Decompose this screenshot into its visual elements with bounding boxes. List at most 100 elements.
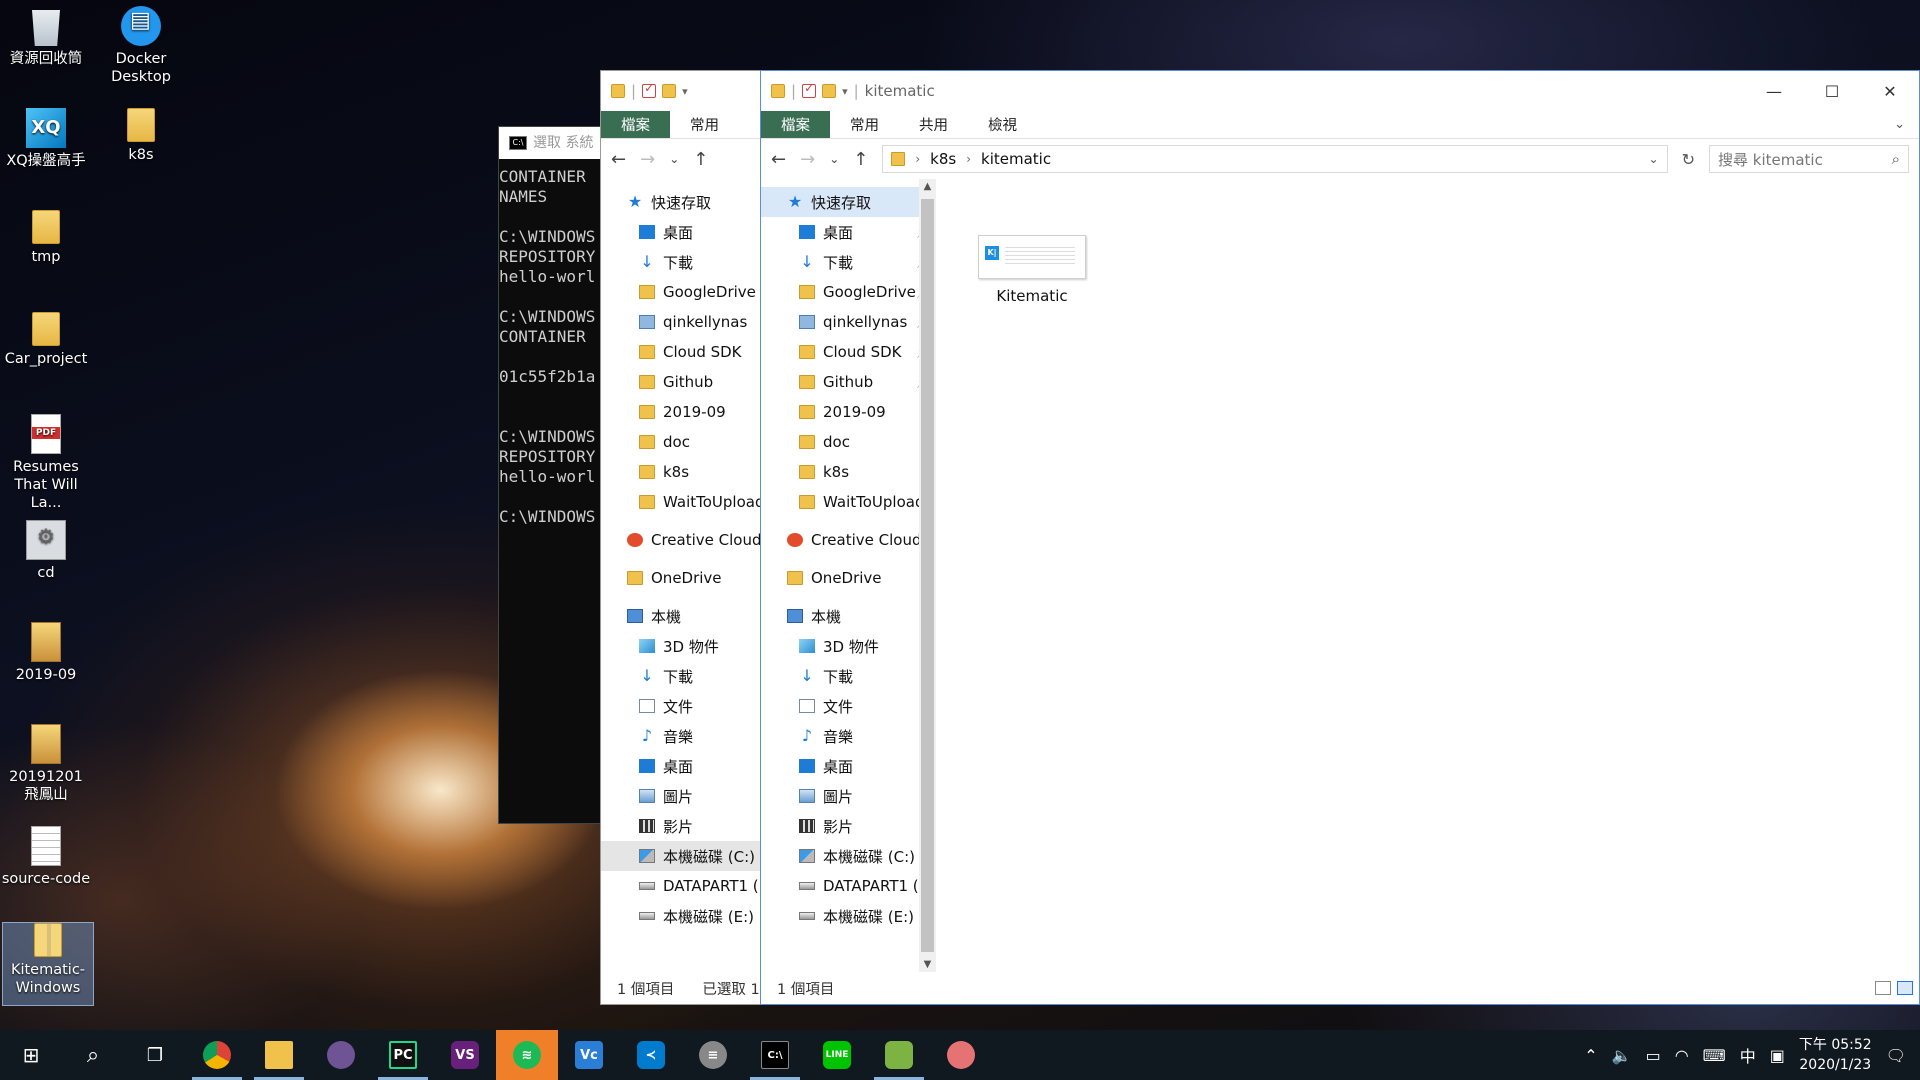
desktop-icon-2019-09[interactable]: 2019-09 — [0, 622, 92, 684]
wifi-icon[interactable]: ◠ — [1675, 1046, 1689, 1065]
nav-item-drive-d[interactable]: DATAPART1 ( — [601, 871, 779, 901]
nav-item-drive-c[interactable]: 本機磁碟 (C:) — [601, 841, 779, 871]
up-arrow-icon[interactable]: ↑ — [693, 149, 708, 170]
nav-item-doc[interactable]: doc — [601, 427, 779, 457]
refresh-icon[interactable]: ↻ — [1682, 150, 1695, 169]
desktop-icon-car-project[interactable]: Car_project — [0, 312, 92, 368]
battery-icon[interactable]: ▭ — [1646, 1046, 1661, 1065]
desktop-icon-docker[interactable]: Docker Desktop — [95, 6, 187, 86]
nav-item-documents[interactable]: 文件 — [761, 691, 936, 721]
nav-item-this-pc[interactable]: 本機 — [761, 601, 936, 631]
scroll-up-icon[interactable]: ▲ — [919, 181, 936, 192]
desktop-icon-kitematic-windows[interactable]: Kitematic-Windows — [2, 922, 94, 1006]
chevron-down-icon[interactable]: ⌄ — [1649, 152, 1659, 166]
desktop-icon-recycle-bin[interactable]: 資源回收筒 — [0, 6, 92, 68]
taskbar-app-pycharm[interactable]: PC — [372, 1030, 434, 1080]
tab-file[interactable]: 檔案 — [761, 111, 830, 138]
nav-item-k8s[interactable]: k8s — [601, 457, 779, 487]
chevron-down-icon[interactable]: ▾ — [842, 85, 848, 98]
breadcrumb-kitematic[interactable]: kitematic — [981, 150, 1051, 168]
taskbar-app-vc[interactable]: Vc — [558, 1030, 620, 1080]
volume-icon[interactable]: 🔈 — [1612, 1046, 1632, 1065]
nav-item-doc[interactable]: doc — [761, 427, 936, 457]
breadcrumb-k8s[interactable]: k8s — [930, 150, 956, 168]
chevron-down-icon[interactable]: ⌄ — [669, 152, 679, 166]
tab-view[interactable]: 檢視 — [968, 111, 1037, 138]
nav-item-qinkellynas[interactable]: qinkellynas📌 — [761, 307, 936, 337]
search-button[interactable]: ⌕ — [62, 1030, 124, 1080]
forward-arrow-icon[interactable]: → — [640, 149, 655, 170]
console-window[interactable]: C:\ 選取 系統 CONTAINER NAMES C:\WINDOWS REP… — [498, 126, 608, 824]
nav-item-quick-access[interactable]: ★ 快速存取 — [761, 187, 936, 217]
nav-item-desktop[interactable]: 桌面 — [601, 217, 779, 247]
nav-item-pictures[interactable]: 圖片 — [761, 781, 936, 811]
front-nav-pane[interactable]: ★快速存取 桌面📌 ↓下載📌 GoogleDrive📌 qinkellynas📌… — [761, 179, 936, 972]
front-titlebar[interactable]: | ▾ | kitematic — ☐ ✕ — [761, 71, 1919, 111]
nav-item-desktop-pc[interactable]: 桌面 — [601, 751, 779, 781]
new-folder-icon[interactable] — [822, 84, 837, 98]
desktop-icon-source-code[interactable]: source-code — [0, 826, 92, 888]
nav-item-2019-09[interactable]: 2019-09 — [601, 397, 779, 427]
tab-home[interactable]: 常用 — [670, 111, 739, 138]
nav-item-quick-access[interactable]: ★ 快速存取 — [601, 187, 779, 217]
back-titlebar[interactable]: | ▾ — [601, 71, 779, 111]
nav-item-3d-objects[interactable]: 3D 物件 — [601, 631, 779, 661]
new-folder-icon[interactable] — [662, 84, 677, 98]
nav-item-videos[interactable]: 影片 — [761, 811, 936, 841]
tab-share[interactable]: 共用 — [899, 111, 968, 138]
taskbar-app-visual-studio[interactable]: VS — [434, 1030, 496, 1080]
taskbar-app-spotify[interactable]: ≋ — [496, 1030, 558, 1080]
desktop-icon-k8s[interactable]: k8s — [95, 108, 187, 164]
nav-item-github[interactable]: Github — [601, 367, 779, 397]
taskbar-app-line[interactable]: LINE — [806, 1030, 868, 1080]
desktop-icon-20191201[interactable]: 20191201 飛鳳山 — [0, 724, 92, 804]
nav-item-drive-c[interactable]: 本機磁碟 (C:) — [761, 841, 936, 871]
nav-item-onedrive[interactable]: OneDrive — [601, 563, 779, 593]
chevron-right-icon[interactable]: › — [966, 152, 971, 166]
nav-scrollbar[interactable]: ▲ ▼ — [919, 179, 936, 972]
properties-icon[interactable] — [642, 81, 657, 98]
notification-icon[interactable]: 🗨 — [1886, 1046, 1906, 1065]
chevron-down-icon[interactable]: ▾ — [682, 85, 688, 98]
back-arrow-icon[interactable]: ← — [771, 149, 786, 170]
back-nav-pane[interactable]: ★ 快速存取 桌面 ↓ 下載 GoogleDrive qinkellynas Clo… — [601, 179, 779, 972]
nav-item-music[interactable]: ♪ 音樂 — [601, 721, 779, 751]
taskbar-app-terminal[interactable]: C:\ — [744, 1030, 806, 1080]
chevron-up-icon[interactable]: ⌃ — [1584, 1046, 1597, 1065]
taskbar-app-paint[interactable] — [930, 1030, 992, 1080]
nav-item-3d-objects[interactable]: 3D 物件 — [761, 631, 936, 661]
nav-item-pictures[interactable]: 圖片 — [601, 781, 779, 811]
nav-item-documents[interactable]: 文件 — [601, 691, 779, 721]
chevron-right-icon[interactable]: › — [915, 152, 920, 166]
desktop-icon-xq[interactable]: XQ XQ操盤高手 — [0, 108, 92, 170]
close-button[interactable]: ✕ — [1861, 71, 1919, 111]
taskbar-app-github[interactable] — [310, 1030, 372, 1080]
nav-item-downloads-pc[interactable]: ↓ 下載 — [761, 661, 936, 691]
nav-item-k8s[interactable]: k8s — [761, 457, 936, 487]
explorer-window-kitematic[interactable]: | ▾ | kitematic — ☐ ✕ 檔案 常用 共用 檢視 ⌄ ← → … — [760, 70, 1920, 1005]
taskbar-app-vscode[interactable]: ≺ — [620, 1030, 682, 1080]
nav-item-cloud-sdk[interactable]: Cloud SDK📌 — [761, 337, 936, 367]
taskbar-app-database[interactable]: ≡ — [682, 1030, 744, 1080]
scrollbar-thumb[interactable] — [921, 199, 934, 952]
nav-item-waittoupload[interactable]: WaitToUploadT — [761, 487, 936, 517]
nav-item-desktop[interactable]: 桌面📌 — [761, 217, 936, 247]
nav-item-drive-d[interactable]: DATAPART1 (D: — [761, 871, 936, 901]
nav-item-googledrive[interactable]: GoogleDrive — [601, 277, 779, 307]
nav-item-drive-e[interactable]: 本機磁碟 (E:) — [761, 901, 936, 931]
address-bar[interactable]: › k8s › kitematic ⌄ — [882, 145, 1668, 173]
details-view-icon[interactable] — [1875, 981, 1891, 995]
properties-icon[interactable] — [802, 81, 817, 98]
keyboard-icon[interactable]: ⌨ — [1703, 1046, 1726, 1065]
minimize-button[interactable]: — — [1745, 71, 1803, 111]
ime-indicator[interactable]: 中 — [1740, 1043, 1756, 1067]
clock[interactable]: 下午 05:52 2020/1/23 — [1799, 1035, 1872, 1075]
start-button[interactable]: ⊞ — [0, 1030, 62, 1080]
nav-item-downloads[interactable]: ↓ 下載 — [601, 247, 779, 277]
nav-item-downloads[interactable]: ↓下載📌 — [761, 247, 936, 277]
taskbar-app-explorer[interactable] — [248, 1030, 310, 1080]
nav-item-2019-09[interactable]: 2019-09 — [761, 397, 936, 427]
tab-file[interactable]: 檔案 — [601, 111, 670, 138]
ribbon-expand-icon[interactable]: ⌄ — [1880, 111, 1919, 138]
nav-item-cloud-sdk[interactable]: Cloud SDK — [601, 337, 779, 367]
